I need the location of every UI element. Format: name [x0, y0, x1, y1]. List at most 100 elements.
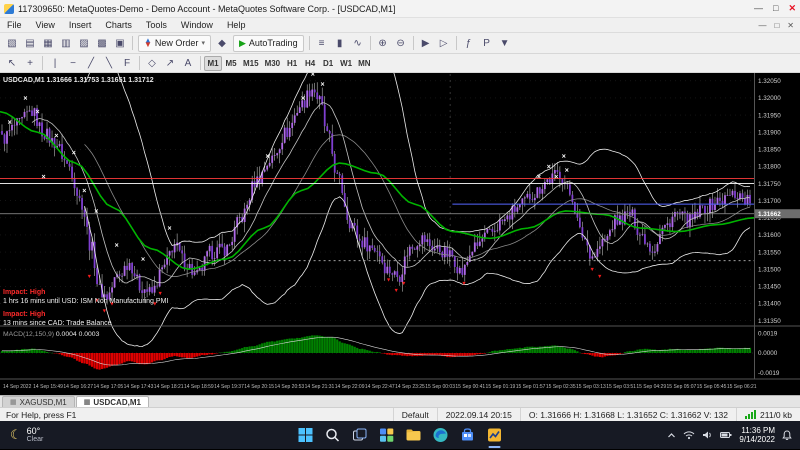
market-watch-icon[interactable]: ▦	[39, 35, 57, 51]
cursor-icon[interactable]: ↖	[3, 55, 21, 71]
templates-icon[interactable]: ▼	[496, 35, 514, 51]
svg-text:15 Sep 05:45: 15 Sep 05:45	[697, 384, 727, 390]
svg-text:1.31900: 1.31900	[758, 129, 781, 136]
data-window-icon[interactable]: ▥	[57, 35, 75, 51]
mdi-close-button[interactable]: ✕	[787, 21, 794, 30]
chart-background	[0, 73, 800, 395]
bar-chart-icon[interactable]: ≡	[313, 35, 331, 51]
clock-widget[interactable]: 11:36 PM 9/14/2022	[739, 426, 775, 444]
svg-text:14 Sep 18:21: 14 Sep 18:21	[154, 384, 184, 390]
chart-tab-label: XAGUSD,M1	[20, 398, 67, 407]
new-order-button[interactable]: ▲▼New Order▾	[138, 35, 211, 52]
svg-text:▼: ▼	[386, 277, 391, 283]
timeframe-button-m1[interactable]: M1	[204, 56, 222, 71]
svg-text:-0.0019: -0.0019	[758, 370, 780, 377]
svg-text:×: ×	[94, 208, 98, 215]
strategy-tester-icon[interactable]: ▣	[111, 35, 129, 51]
close-button[interactable]: ✕	[788, 3, 796, 14]
svg-text:1.31850: 1.31850	[758, 147, 781, 154]
svg-text:14 Sep 23:25: 14 Sep 23:25	[395, 384, 425, 390]
channel-icon[interactable]: ╲	[100, 55, 118, 71]
menu-item-tools[interactable]: Tools	[139, 20, 174, 30]
mdi-minimize-button[interactable]: —	[758, 21, 766, 30]
menu-item-insert[interactable]: Insert	[62, 20, 99, 30]
task-view-icon[interactable]	[350, 425, 370, 445]
timeframe-button-w1[interactable]: W1	[337, 56, 355, 71]
menu-item-view[interactable]: View	[29, 20, 62, 30]
profiles-icon[interactable]: ▤	[21, 35, 39, 51]
terminal-icon[interactable]: ▩	[93, 35, 111, 51]
mdi-restore-button[interactable]: □	[774, 21, 779, 30]
arrows-icon[interactable]: ↗	[161, 55, 179, 71]
svg-text:15 Sep 01:19: 15 Sep 01:19	[486, 384, 516, 390]
svg-text:0.0019: 0.0019	[758, 330, 778, 337]
svg-text:14 Sep 21:31: 14 Sep 21:31	[305, 384, 335, 390]
timeframe-button-d1[interactable]: D1	[319, 56, 337, 71]
minimize-button[interactable]: —	[754, 3, 763, 14]
trendline-icon[interactable]: ╱	[82, 55, 100, 71]
svg-text:1.31950: 1.31950	[758, 112, 781, 119]
news-impact-label: Impact: High	[3, 311, 45, 318]
svg-text:×: ×	[321, 82, 325, 89]
metaeditor-icon[interactable]: ◆	[213, 35, 231, 51]
timeframe-button-mn[interactable]: MN	[355, 56, 373, 71]
notifications-bell-icon[interactable]	[782, 430, 792, 441]
chart-tab-xagusd-m1[interactable]: ▦XAGUSD,M1	[2, 396, 75, 407]
menu-item-charts[interactable]: Charts	[98, 20, 139, 30]
timeframe-button-m30[interactable]: M30	[262, 56, 284, 71]
periods-icon[interactable]: P	[478, 35, 496, 51]
chart-area[interactable]: ×××××××××××××××××××××▼▼▼▼▼▼▼▼▼▼▼▼1.32050…	[0, 73, 800, 395]
connection-status-icon	[745, 410, 756, 419]
svg-text:0.0000: 0.0000	[758, 350, 778, 357]
svg-text:15 Sep 06:21: 15 Sep 06:21	[727, 384, 757, 390]
title-bar[interactable]: 117309650: MetaQuotes-Demo - Demo Accoun…	[0, 0, 800, 18]
vertical-line-icon[interactable]: |	[46, 55, 64, 71]
menu-item-window[interactable]: Window	[174, 20, 220, 30]
timeframe-button-m5[interactable]: M5	[222, 56, 240, 71]
zoom-in-icon[interactable]: ⊕	[374, 35, 392, 51]
svg-text:×: ×	[301, 95, 305, 102]
widgets-icon[interactable]	[377, 425, 397, 445]
indicators-icon[interactable]: ƒ	[460, 35, 478, 51]
text-icon[interactable]: A	[179, 55, 197, 71]
autotrading-button[interactable]: ▶AutoTrading	[233, 35, 304, 52]
search-icon[interactable]	[323, 425, 343, 445]
tray-overflow-chevron-icon[interactable]	[667, 431, 676, 440]
svg-text:1.31550: 1.31550	[758, 249, 781, 256]
timeframe-button-h4[interactable]: H4	[301, 56, 319, 71]
auto-scroll-icon[interactable]: ▶	[417, 35, 435, 51]
svg-text:×: ×	[23, 95, 27, 102]
menu-item-file[interactable]: File	[0, 20, 29, 30]
candlestick-chart-icon[interactable]: ▮	[331, 35, 349, 51]
chart-tab-usdcad-m1[interactable]: ▦USDCAD,M1	[76, 396, 149, 407]
shapes-icon[interactable]: ◇	[143, 55, 161, 71]
fibonacci-icon[interactable]: F	[118, 55, 136, 71]
timeframe-button-h1[interactable]: H1	[283, 56, 301, 71]
volume-icon[interactable]	[702, 430, 713, 440]
menu-bar: FileViewInsertChartsToolsWindowHelp — □ …	[0, 18, 800, 33]
weather-widget[interactable]: ☾ 60° Clear	[0, 426, 53, 444]
zoom-out-icon[interactable]: ⊖	[392, 35, 410, 51]
metatrader-icon[interactable]	[485, 425, 505, 445]
edge-icon[interactable]	[431, 425, 451, 445]
svg-text:1.31600: 1.31600	[758, 232, 781, 239]
maximize-button[interactable]: □	[773, 3, 778, 14]
horizontal-line-icon[interactable]: −	[64, 55, 82, 71]
store-icon[interactable]	[458, 425, 478, 445]
price-chart[interactable]: ×××××××××××××××××××××▼▼▼▼▼▼▼▼▼▼▼▼1.32050…	[0, 73, 800, 395]
current-price-label: 1.31662	[758, 211, 781, 218]
navigator-icon[interactable]: ▨	[75, 35, 93, 51]
new-chart-icon[interactable]: ▧	[3, 35, 21, 51]
wifi-icon[interactable]	[683, 430, 695, 440]
status-template[interactable]: Default	[393, 408, 437, 421]
svg-text:▼: ▼	[401, 281, 406, 287]
crosshair-icon[interactable]: +	[21, 55, 39, 71]
chart-shift-icon[interactable]: ▷	[435, 35, 453, 51]
battery-icon[interactable]	[720, 431, 732, 439]
timeframe-button-m15[interactable]: M15	[240, 56, 262, 71]
line-chart-icon[interactable]: ∿	[349, 35, 367, 51]
start-icon[interactable]	[296, 425, 316, 445]
file-explorer-icon[interactable]	[404, 425, 424, 445]
menu-item-help[interactable]: Help	[220, 20, 253, 30]
svg-text:15 Sep 05:07: 15 Sep 05:07	[667, 384, 697, 390]
